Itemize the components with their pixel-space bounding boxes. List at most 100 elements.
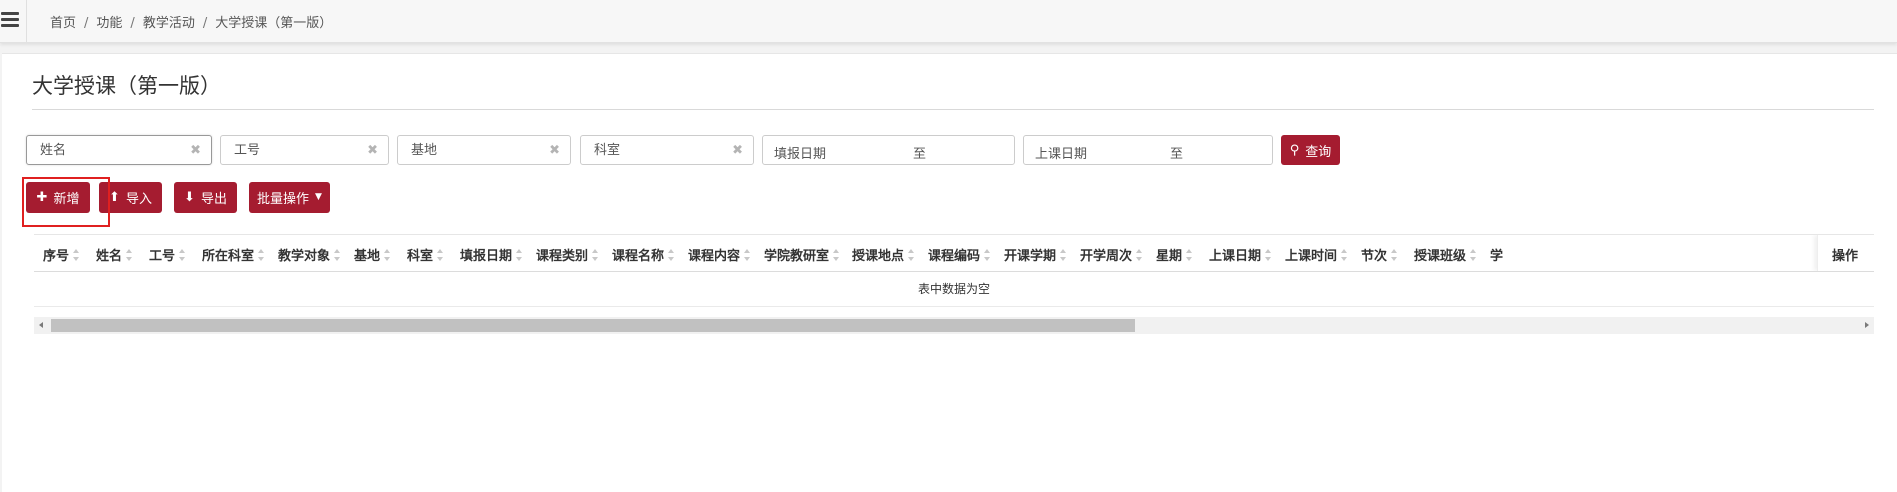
column-header[interactable]: 课程类别 xyxy=(536,245,599,264)
sort-icon xyxy=(258,249,265,261)
column-header[interactable]: 节次 xyxy=(1361,245,1398,264)
column-header[interactable]: 序号 xyxy=(43,245,80,264)
column-header[interactable]: 星期 xyxy=(1156,245,1193,264)
scroll-right-arrow-icon[interactable] xyxy=(1858,317,1874,334)
base-filter: ✖ xyxy=(397,135,571,165)
highlight-box xyxy=(22,177,110,227)
staff-no-input[interactable] xyxy=(221,136,388,164)
sort-icon xyxy=(437,249,444,261)
column-header-label: 姓名 xyxy=(96,249,123,264)
query-button[interactable]: ⚲ 查询 xyxy=(1281,135,1340,165)
breadcrumb-teaching-activities[interactable]: 教学活动 xyxy=(143,16,195,31)
column-header[interactable]: 所在科室 xyxy=(202,245,265,264)
column-header[interactable]: 填报日期 xyxy=(460,245,523,264)
sort-icon xyxy=(516,249,523,261)
column-header[interactable]: 学院教研室 xyxy=(764,245,840,264)
column-header-label: 课程名称 xyxy=(612,249,665,264)
export-button-label: 导出 xyxy=(200,192,227,207)
export-button[interactable]: ⬇ 导出 xyxy=(174,182,237,213)
column-header-label: 课程类别 xyxy=(536,249,589,264)
sort-icon xyxy=(1470,249,1477,261)
horizontal-scrollbar[interactable] xyxy=(34,317,1874,334)
class-date-range[interactable]: 上课日期 至 xyxy=(1023,135,1273,165)
column-header-label: 教学对象 xyxy=(278,249,331,264)
scrollbar-thumb[interactable] xyxy=(51,319,1135,332)
column-header-label: 授课班级 xyxy=(1414,249,1467,264)
class-date-to-label: 至 xyxy=(1170,147,1184,162)
scroll-left-arrow-icon[interactable] xyxy=(34,317,50,334)
sort-icon xyxy=(384,249,391,261)
title-divider xyxy=(32,109,1874,110)
sort-icon xyxy=(1136,249,1143,261)
import-button-label: 导入 xyxy=(125,192,152,207)
column-header[interactable]: 姓名 xyxy=(96,245,133,264)
breadcrumb-functions[interactable]: 功能 xyxy=(96,16,122,31)
sort-icon xyxy=(833,249,840,261)
table-empty-row: 表中数据为空 xyxy=(34,270,1874,307)
main-panel: 大学授课（第一版） ✖ ✖ ✖ ✖ 填报日期 至 上课日期 至 ⚲查询 ✚新增 … xyxy=(2,53,1897,492)
clear-icon[interactable]: ✖ xyxy=(190,143,201,159)
sort-icon xyxy=(1391,249,1398,261)
class-date-start-label: 上课日期 xyxy=(1035,147,1088,162)
name-input[interactable] xyxy=(27,136,211,164)
staff-no-filter: ✖ xyxy=(220,135,389,165)
column-header-label: 课程编码 xyxy=(928,249,981,264)
column-header-label: 节次 xyxy=(1361,249,1388,264)
column-header[interactable]: 科室 xyxy=(407,245,444,264)
header-divider xyxy=(26,0,27,42)
batch-operation-dropdown[interactable]: 批量操作 ▼ xyxy=(249,182,330,213)
column-header[interactable]: 教学对象 xyxy=(278,245,341,264)
base-input[interactable] xyxy=(398,136,570,164)
column-header[interactable]: 基地 xyxy=(354,245,391,264)
column-header-label: 课程内容 xyxy=(688,249,741,264)
download-icon: ⬇ xyxy=(184,190,195,205)
upload-icon: ⬆ xyxy=(109,190,120,205)
column-header[interactable]: 上课日期 xyxy=(1209,245,1272,264)
action-column-label: 操作 xyxy=(1832,249,1859,264)
action-column-header: 操作 xyxy=(1817,235,1874,271)
column-header[interactable]: 上课时间 xyxy=(1285,245,1348,264)
column-header[interactable]: 开课学期 xyxy=(1004,245,1067,264)
column-header-label: 上课时间 xyxy=(1285,249,1338,264)
breadcrumb-home[interactable]: 首页 xyxy=(50,16,76,31)
column-header-label: 学 xyxy=(1490,249,1504,264)
column-header-label: 基地 xyxy=(354,249,381,264)
column-header-label: 星期 xyxy=(1156,249,1183,264)
dept-input[interactable] xyxy=(581,136,753,164)
sort-icon xyxy=(1186,249,1193,261)
column-header[interactable]: 课程内容 xyxy=(688,245,751,264)
column-header[interactable]: 授课地点 xyxy=(852,245,915,264)
sort-icon xyxy=(668,249,675,261)
column-header[interactable]: 课程名称 xyxy=(612,245,675,264)
dept-filter: ✖ xyxy=(580,135,754,165)
clear-icon[interactable]: ✖ xyxy=(549,143,560,159)
column-header-label: 开学周次 xyxy=(1080,249,1133,264)
table-header: 序号 姓名 工号 所在科室 教学对象 基地 科室 填报日期 课程类别 课程名称 … xyxy=(34,234,1874,272)
batch-operation-label: 批量操作 xyxy=(257,192,310,207)
column-header-label: 上课日期 xyxy=(1209,249,1262,264)
breadcrumb: 首页 / 功能 / 教学活动 / 大学授课（第一版） xyxy=(50,16,333,31)
column-header[interactable]: 工号 xyxy=(149,245,186,264)
query-button-label: 查询 xyxy=(1305,144,1332,160)
column-header[interactable]: 授课班级 xyxy=(1414,245,1477,264)
column-header-label: 填报日期 xyxy=(460,249,513,264)
column-header-label: 工号 xyxy=(149,249,176,264)
column-header[interactable]: 学 xyxy=(1490,245,1503,264)
column-header-label: 序号 xyxy=(43,249,70,264)
column-header-label: 学院教研室 xyxy=(764,249,830,264)
report-date-range[interactable]: 填报日期 至 xyxy=(762,135,1015,165)
clear-icon[interactable]: ✖ xyxy=(732,143,743,159)
clear-icon[interactable]: ✖ xyxy=(367,143,378,159)
column-header[interactable]: 开学周次 xyxy=(1080,245,1143,264)
sort-icon xyxy=(334,249,341,261)
column-header-label: 授课地点 xyxy=(852,249,905,264)
page-title: 大学授课（第一版） xyxy=(32,74,221,98)
empty-table-message: 表中数据为空 xyxy=(917,282,990,296)
sort-icon xyxy=(1341,249,1348,261)
sort-icon xyxy=(592,249,599,261)
column-header[interactable]: 课程编码 xyxy=(928,245,991,264)
sort-icon xyxy=(73,249,80,261)
top-header: 首页 / 功能 / 教学活动 / 大学授课（第一版） xyxy=(0,0,1897,43)
column-header-label: 科室 xyxy=(407,249,434,264)
hamburger-menu-icon[interactable] xyxy=(0,9,22,31)
